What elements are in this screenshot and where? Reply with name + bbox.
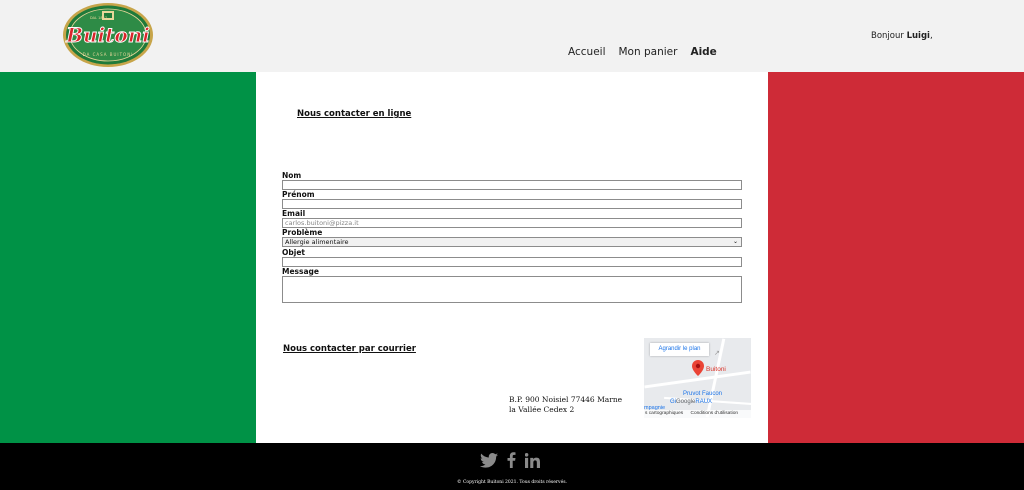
- copyright-text: © Copyright Buitoni 2021. Tous droits ré…: [457, 480, 567, 485]
- facebook-icon[interactable]: [507, 452, 516, 472]
- twitter-icon[interactable]: [480, 452, 498, 472]
- message-label: Message: [282, 267, 319, 276]
- nom-label: Nom: [282, 171, 302, 180]
- flag-green-band: [0, 72, 256, 443]
- linkedin-icon[interactable]: [524, 452, 540, 472]
- map-place-label: Buitoni: [706, 366, 726, 373]
- postal-address: B.P. 900 Noisiel 77446 Marne la Vallée C…: [509, 395, 622, 415]
- prenom-label: Prénom: [282, 190, 315, 199]
- site-header: Buitoni DA CASA BUITONI DAL 1827 Accueil…: [0, 0, 1024, 72]
- nav-accueil[interactable]: Accueil: [568, 46, 606, 58]
- email-label: Email: [282, 209, 306, 218]
- buitoni-logo[interactable]: Buitoni DA CASA BUITONI DAL 1827: [62, 2, 154, 68]
- greeting-prefix: Bonjour: [871, 31, 904, 41]
- nav-mon-panier[interactable]: Mon panier: [619, 46, 678, 58]
- map-terms-link[interactable]: Conditions d'utilisation: [690, 411, 738, 416]
- prenom-input[interactable]: [282, 199, 742, 209]
- map-poi2-suffix: RAUX: [695, 399, 713, 405]
- address-line-2: la Vallée Cedex 2: [509, 405, 575, 414]
- user-greeting: Bonjour Luigi,: [871, 31, 933, 41]
- site-footer: © Copyright Buitoni 2021. Tous droits ré…: [0, 443, 1024, 490]
- probleme-label: Problème: [282, 228, 323, 237]
- objet-label: Objet: [282, 248, 305, 257]
- nav-aide[interactable]: Aide: [690, 46, 716, 58]
- contact-mail-title: Nous contacter par courrier: [283, 344, 416, 354]
- svg-text:Buitoni: Buitoni: [65, 23, 150, 47]
- main-nav: Accueil Mon panier Aide: [568, 46, 717, 58]
- contact-online-title: Nous contacter en ligne: [297, 109, 412, 119]
- nom-input[interactable]: [282, 180, 742, 190]
- expand-icon[interactable]: ↗: [714, 349, 720, 357]
- svg-text:DAL 1827: DAL 1827: [90, 16, 107, 20]
- email-input[interactable]: carlos.buitoni@pizza.it: [282, 218, 742, 228]
- location-map[interactable]: Agrandir le plan ↗ Buitoni Pruvot Faucon…: [644, 338, 751, 418]
- address-line-1: B.P. 900 Noisiel 77446 Marne: [509, 395, 623, 404]
- social-links: [480, 452, 540, 472]
- svg-text:DA CASA BUITONI: DA CASA BUITONI: [83, 52, 134, 57]
- greeting-suffix: ,: [929, 31, 933, 41]
- objet-input[interactable]: [282, 257, 742, 267]
- map-pin-icon[interactable]: [692, 360, 704, 376]
- map-poi-label-2: GiGoogleRAUX: [670, 399, 712, 405]
- map-data-label: s cartographiques: [645, 411, 684, 416]
- chevron-down-icon: ⌄: [732, 238, 738, 245]
- probleme-select[interactable]: Allergie alimentaire ⌄: [282, 237, 742, 247]
- map-footer: s cartographiques Conditions d'utilisati…: [644, 410, 751, 418]
- probleme-selected-value: Allergie alimentaire: [285, 238, 349, 246]
- map-poi-label: Pruvot Faucon: [683, 391, 723, 397]
- google-logo: Google: [676, 399, 696, 405]
- flag-red-band: [768, 72, 1024, 443]
- message-textarea[interactable]: [282, 276, 742, 303]
- user-name: Luigi: [906, 31, 930, 41]
- enlarge-map-button[interactable]: Agrandir le plan: [650, 343, 709, 356]
